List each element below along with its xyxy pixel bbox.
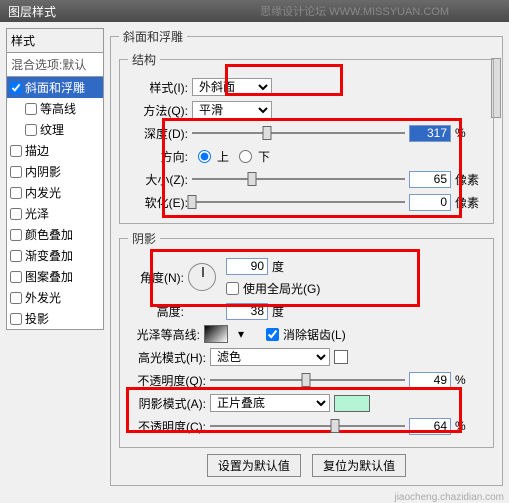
sidebar-item-label: 斜面和浮雕: [25, 79, 85, 96]
window-title: 图层样式: [8, 3, 56, 20]
sidebar-item-7[interactable]: 颜色叠加: [7, 224, 103, 245]
sidebar-item-2[interactable]: 纹理: [7, 119, 103, 140]
sidebar-item-5[interactable]: 内发光: [7, 182, 103, 203]
sidebar-item-label: 纹理: [40, 121, 64, 138]
sidebar-item-label: 外发光: [25, 289, 61, 306]
soften-label: 软化(E):: [128, 194, 188, 211]
shadow-op-input[interactable]: [409, 418, 451, 435]
shadow-mode-label: 阴影模式(A):: [128, 395, 206, 412]
reset-default-button[interactable]: 复位为默认值: [312, 454, 406, 477]
antialias-label: 消除锯齿(L): [283, 326, 346, 343]
depth-unit: %: [455, 126, 485, 140]
sidebar-item-0[interactable]: 斜面和浮雕: [7, 77, 103, 98]
antialias-checkbox[interactable]: [266, 328, 279, 341]
angle-input[interactable]: [226, 258, 268, 275]
hilite-op-input[interactable]: [409, 372, 451, 389]
global-light-label: 使用全局光(G): [243, 280, 320, 297]
hilite-mode-label: 高光模式(H):: [128, 349, 206, 366]
sidebar-item-8[interactable]: 渐变叠加: [7, 245, 103, 266]
up-label: 上: [217, 148, 229, 165]
sidebar-item-1[interactable]: 等高线: [7, 98, 103, 119]
shadow-color-swatch[interactable]: [334, 395, 370, 412]
style-label: 样式(I):: [128, 79, 188, 96]
angle-label: 角度(N):: [128, 269, 184, 286]
watermark: 思缘设计论坛 WWW.MISSYUAN.COM: [260, 3, 449, 19]
sidebar-item-11[interactable]: 投影: [7, 308, 103, 329]
sidebar-item-label: 内阴影: [25, 163, 61, 180]
sidebar-checkbox[interactable]: [10, 187, 22, 199]
method-select[interactable]: 平滑: [192, 101, 272, 119]
shadow-legend: 阴影: [128, 230, 160, 247]
sidebar-checkbox[interactable]: [10, 250, 22, 262]
sidebar-item-10[interactable]: 外发光: [7, 287, 103, 308]
hilite-op-unit: %: [455, 373, 485, 387]
sidebar-checkbox[interactable]: [10, 208, 22, 220]
sidebar-checkbox[interactable]: [10, 166, 22, 178]
footer-text: jiaocheng.chazidian.com: [394, 492, 504, 503]
direction-down-radio[interactable]: [239, 150, 252, 163]
size-slider[interactable]: [192, 171, 405, 187]
blend-options[interactable]: 混合选项:默认: [6, 53, 104, 77]
depth-slider[interactable]: [192, 125, 405, 141]
soften-input[interactable]: [409, 194, 451, 211]
size-label: 大小(Z):: [128, 171, 188, 188]
gloss-label: 光泽等高线:: [128, 326, 200, 343]
sidebar-item-label: 光泽: [25, 205, 49, 222]
sidebar-checkbox[interactable]: [10, 82, 22, 94]
shadow-op-unit: %: [455, 419, 485, 433]
shadow-group: 阴影 角度(N): 度 使用全局光(G): [119, 230, 494, 448]
sidebar-checkbox[interactable]: [10, 229, 22, 241]
sidebar-item-label: 投影: [25, 310, 49, 327]
sidebar-item-3[interactable]: 描边: [7, 140, 103, 161]
hilite-color-swatch[interactable]: [334, 350, 348, 364]
style-select[interactable]: 外斜面: [192, 78, 272, 96]
styles-sidebar: 样式 混合选项:默认 斜面和浮雕等高线纹理描边内阴影内发光光泽颜色叠加渐变叠加图…: [6, 28, 104, 492]
altitude-input[interactable]: [226, 303, 268, 320]
set-default-button[interactable]: 设置为默认值: [207, 454, 301, 477]
bevel-title: 斜面和浮雕: [119, 28, 187, 45]
direction-up-radio[interactable]: [198, 150, 211, 163]
soften-slider[interactable]: [192, 194, 405, 210]
sidebar-checkbox[interactable]: [10, 313, 22, 325]
angle-dial[interactable]: [188, 263, 216, 291]
method-label: 方法(Q):: [128, 102, 188, 119]
sidebar-item-label: 描边: [25, 142, 49, 159]
structure-legend: 结构: [128, 51, 160, 68]
size-unit: 像素: [455, 171, 485, 188]
gloss-contour-picker[interactable]: [204, 325, 228, 343]
sidebar-header: 样式: [6, 28, 104, 53]
structure-group: 结构 样式(I): 外斜面 方法(Q): 平滑 深度(D): %: [119, 51, 494, 224]
size-input[interactable]: [409, 171, 451, 188]
shadow-op-slider[interactable]: [210, 418, 405, 434]
sidebar-checkbox[interactable]: [10, 271, 22, 283]
sidebar-item-4[interactable]: 内阴影: [7, 161, 103, 182]
hilite-mode-select[interactable]: 滤色: [210, 348, 330, 366]
hilite-op-label: 不透明度(Q):: [128, 372, 206, 389]
sidebar-item-9[interactable]: 图案叠加: [7, 266, 103, 287]
sidebar-item-label: 等高线: [40, 100, 76, 117]
sidebar-item-label: 图案叠加: [25, 268, 73, 285]
sidebar-checkbox[interactable]: [10, 145, 22, 157]
hilite-op-slider[interactable]: [210, 372, 405, 388]
direction-label: 方向:: [128, 148, 188, 165]
down-label: 下: [258, 148, 270, 165]
sidebar-item-label: 内发光: [25, 184, 61, 201]
sidebar-item-label: 渐变叠加: [25, 247, 73, 264]
global-light-checkbox[interactable]: [226, 282, 239, 295]
altitude-label: 高度:: [128, 303, 184, 320]
angle-unit: 度: [272, 258, 302, 275]
sidebar-checkbox[interactable]: [25, 124, 37, 136]
sidebar-item-6[interactable]: 光泽: [7, 203, 103, 224]
sidebar-checkbox[interactable]: [10, 292, 22, 304]
soften-unit: 像素: [455, 194, 485, 211]
shadow-mode-select[interactable]: 正片叠底: [210, 394, 330, 412]
shadow-op-label: 不透明度(C):: [128, 418, 206, 435]
sidebar-item-label: 颜色叠加: [25, 226, 73, 243]
sidebar-checkbox[interactable]: [25, 103, 37, 115]
bevel-panel: 斜面和浮雕 结构 样式(I): 外斜面 方法(Q): 平滑 深度(D): %: [110, 28, 503, 486]
altitude-unit: 度: [272, 303, 302, 320]
depth-input[interactable]: [409, 125, 451, 142]
depth-label: 深度(D):: [128, 125, 188, 142]
